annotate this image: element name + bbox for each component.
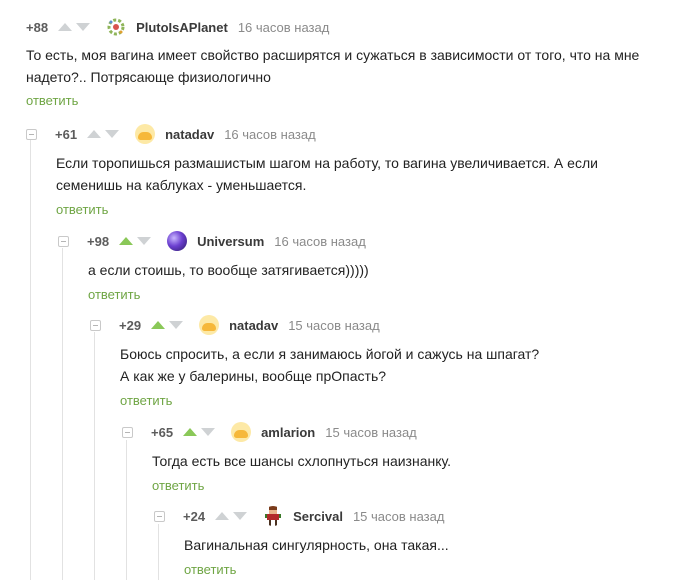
gear-avatar-icon[interactable] xyxy=(106,17,127,37)
comment: +88 PlutoIsAPlanet 16 часов назад То ест… xyxy=(26,17,686,110)
pixel-character-avatar-icon[interactable] xyxy=(263,506,284,526)
collapse-toggle-icon[interactable] xyxy=(90,319,101,331)
comment-author[interactable]: Sercival xyxy=(293,509,343,524)
reply-link[interactable]: ответить xyxy=(184,562,236,577)
comment-text-line: Боюсь спросить, а если я занимаюсь йогой… xyxy=(120,346,540,362)
downvote-icon[interactable] xyxy=(105,130,120,138)
collapse-toggle-icon[interactable] xyxy=(154,510,165,522)
comment-text: Вагинальная сингулярность, она такая... xyxy=(184,537,449,553)
comment-text: Тогда есть все шансы схлопнуться наизнан… xyxy=(152,453,451,469)
comment-rating: +65 xyxy=(151,424,174,440)
comment: +65 amlarion 15 часов назад Тогда есть в… xyxy=(122,422,692,495)
comment-text: Боюсь спросить, а если я занимаюсь йогой… xyxy=(120,343,690,387)
comment-author[interactable]: Universum xyxy=(197,234,264,249)
upvote-icon[interactable] xyxy=(58,23,73,31)
comment-text: а если стоишь, то вообще затягивается)))… xyxy=(88,262,369,278)
downvote-icon[interactable] xyxy=(233,512,248,520)
smiley-avatar-icon[interactable] xyxy=(231,422,252,442)
comment-time[interactable]: 15 часов назад xyxy=(353,509,445,524)
collapse-toggle-icon[interactable] xyxy=(58,235,69,247)
downvote-icon[interactable] xyxy=(169,321,184,329)
reply-link[interactable]: ответить xyxy=(152,478,204,493)
comment-author[interactable]: PlutoIsAPlanet xyxy=(136,20,228,35)
downvote-icon[interactable] xyxy=(137,237,152,245)
comment-header: +98 Universum 16 часов назад xyxy=(58,231,678,251)
comment: +98 Universum 16 часов назад а если стои… xyxy=(58,231,678,304)
comment-time[interactable]: 16 часов назад xyxy=(274,234,366,249)
comment-time[interactable]: 15 часов назад xyxy=(288,318,380,333)
comment-time[interactable]: 16 часов назад xyxy=(238,20,330,35)
reply-link[interactable]: ответить xyxy=(120,393,172,408)
vote-controls xyxy=(119,237,155,245)
smiley-avatar-icon[interactable] xyxy=(135,124,156,144)
comment-author[interactable]: natadav xyxy=(229,318,278,333)
comment-rating: +61 xyxy=(55,126,78,142)
comment-text-line: А как же у балерины, вообще прОпасть? xyxy=(120,368,387,384)
comment-rating: +88 xyxy=(26,19,49,35)
upvote-icon[interactable] xyxy=(151,321,166,329)
comment-rating: +29 xyxy=(119,317,142,333)
upvote-icon[interactable] xyxy=(119,237,134,245)
comment-author[interactable]: amlarion xyxy=(261,425,315,440)
comment-header: +24 Sercival 15 часов назад xyxy=(154,506,694,526)
comment-text: То есть, моя вагина имеет свойство расши… xyxy=(26,47,640,85)
vote-controls xyxy=(58,23,94,31)
comment: +29 natadav 15 часов назад Боюсь спросит… xyxy=(90,315,690,410)
comment-rating: +24 xyxy=(183,508,206,524)
smiley-avatar-icon[interactable] xyxy=(199,315,220,335)
comment-time[interactable]: 16 часов назад xyxy=(224,127,316,142)
vote-controls xyxy=(151,321,187,329)
upvote-icon[interactable] xyxy=(215,512,230,520)
comment-header: +88 PlutoIsAPlanet 16 часов назад xyxy=(26,17,686,37)
vote-controls xyxy=(87,130,123,138)
downvote-icon[interactable] xyxy=(201,428,216,436)
vote-controls xyxy=(215,512,251,520)
comment-rating: +98 xyxy=(87,233,110,249)
comment-time[interactable]: 15 часов назад xyxy=(325,425,417,440)
collapse-toggle-icon[interactable] xyxy=(26,128,37,140)
comment-author[interactable]: natadav xyxy=(165,127,214,142)
reply-link[interactable]: ответить xyxy=(56,202,108,217)
vote-controls xyxy=(183,428,219,436)
comment-text: Если торопишься размашистым шагом на раб… xyxy=(56,155,598,193)
reply-link[interactable]: ответить xyxy=(26,93,78,108)
downvote-icon[interactable] xyxy=(76,23,91,31)
collapse-toggle-icon[interactable] xyxy=(122,426,133,438)
comment-header: +65 amlarion 15 часов назад xyxy=(122,422,692,442)
reply-link[interactable]: ответить xyxy=(88,287,140,302)
comment: +24 Sercival 15 часов назад Вагинальная … xyxy=(154,506,694,579)
planet-avatar-icon[interactable] xyxy=(167,231,188,251)
comment-header: +61 natadav 16 часов назад xyxy=(26,124,666,144)
comment: +61 natadav 16 часов назад Если торопишь… xyxy=(26,124,666,219)
comment-header: +29 natadav 15 часов назад xyxy=(90,315,690,335)
upvote-icon[interactable] xyxy=(183,428,198,436)
upvote-icon[interactable] xyxy=(87,130,102,138)
